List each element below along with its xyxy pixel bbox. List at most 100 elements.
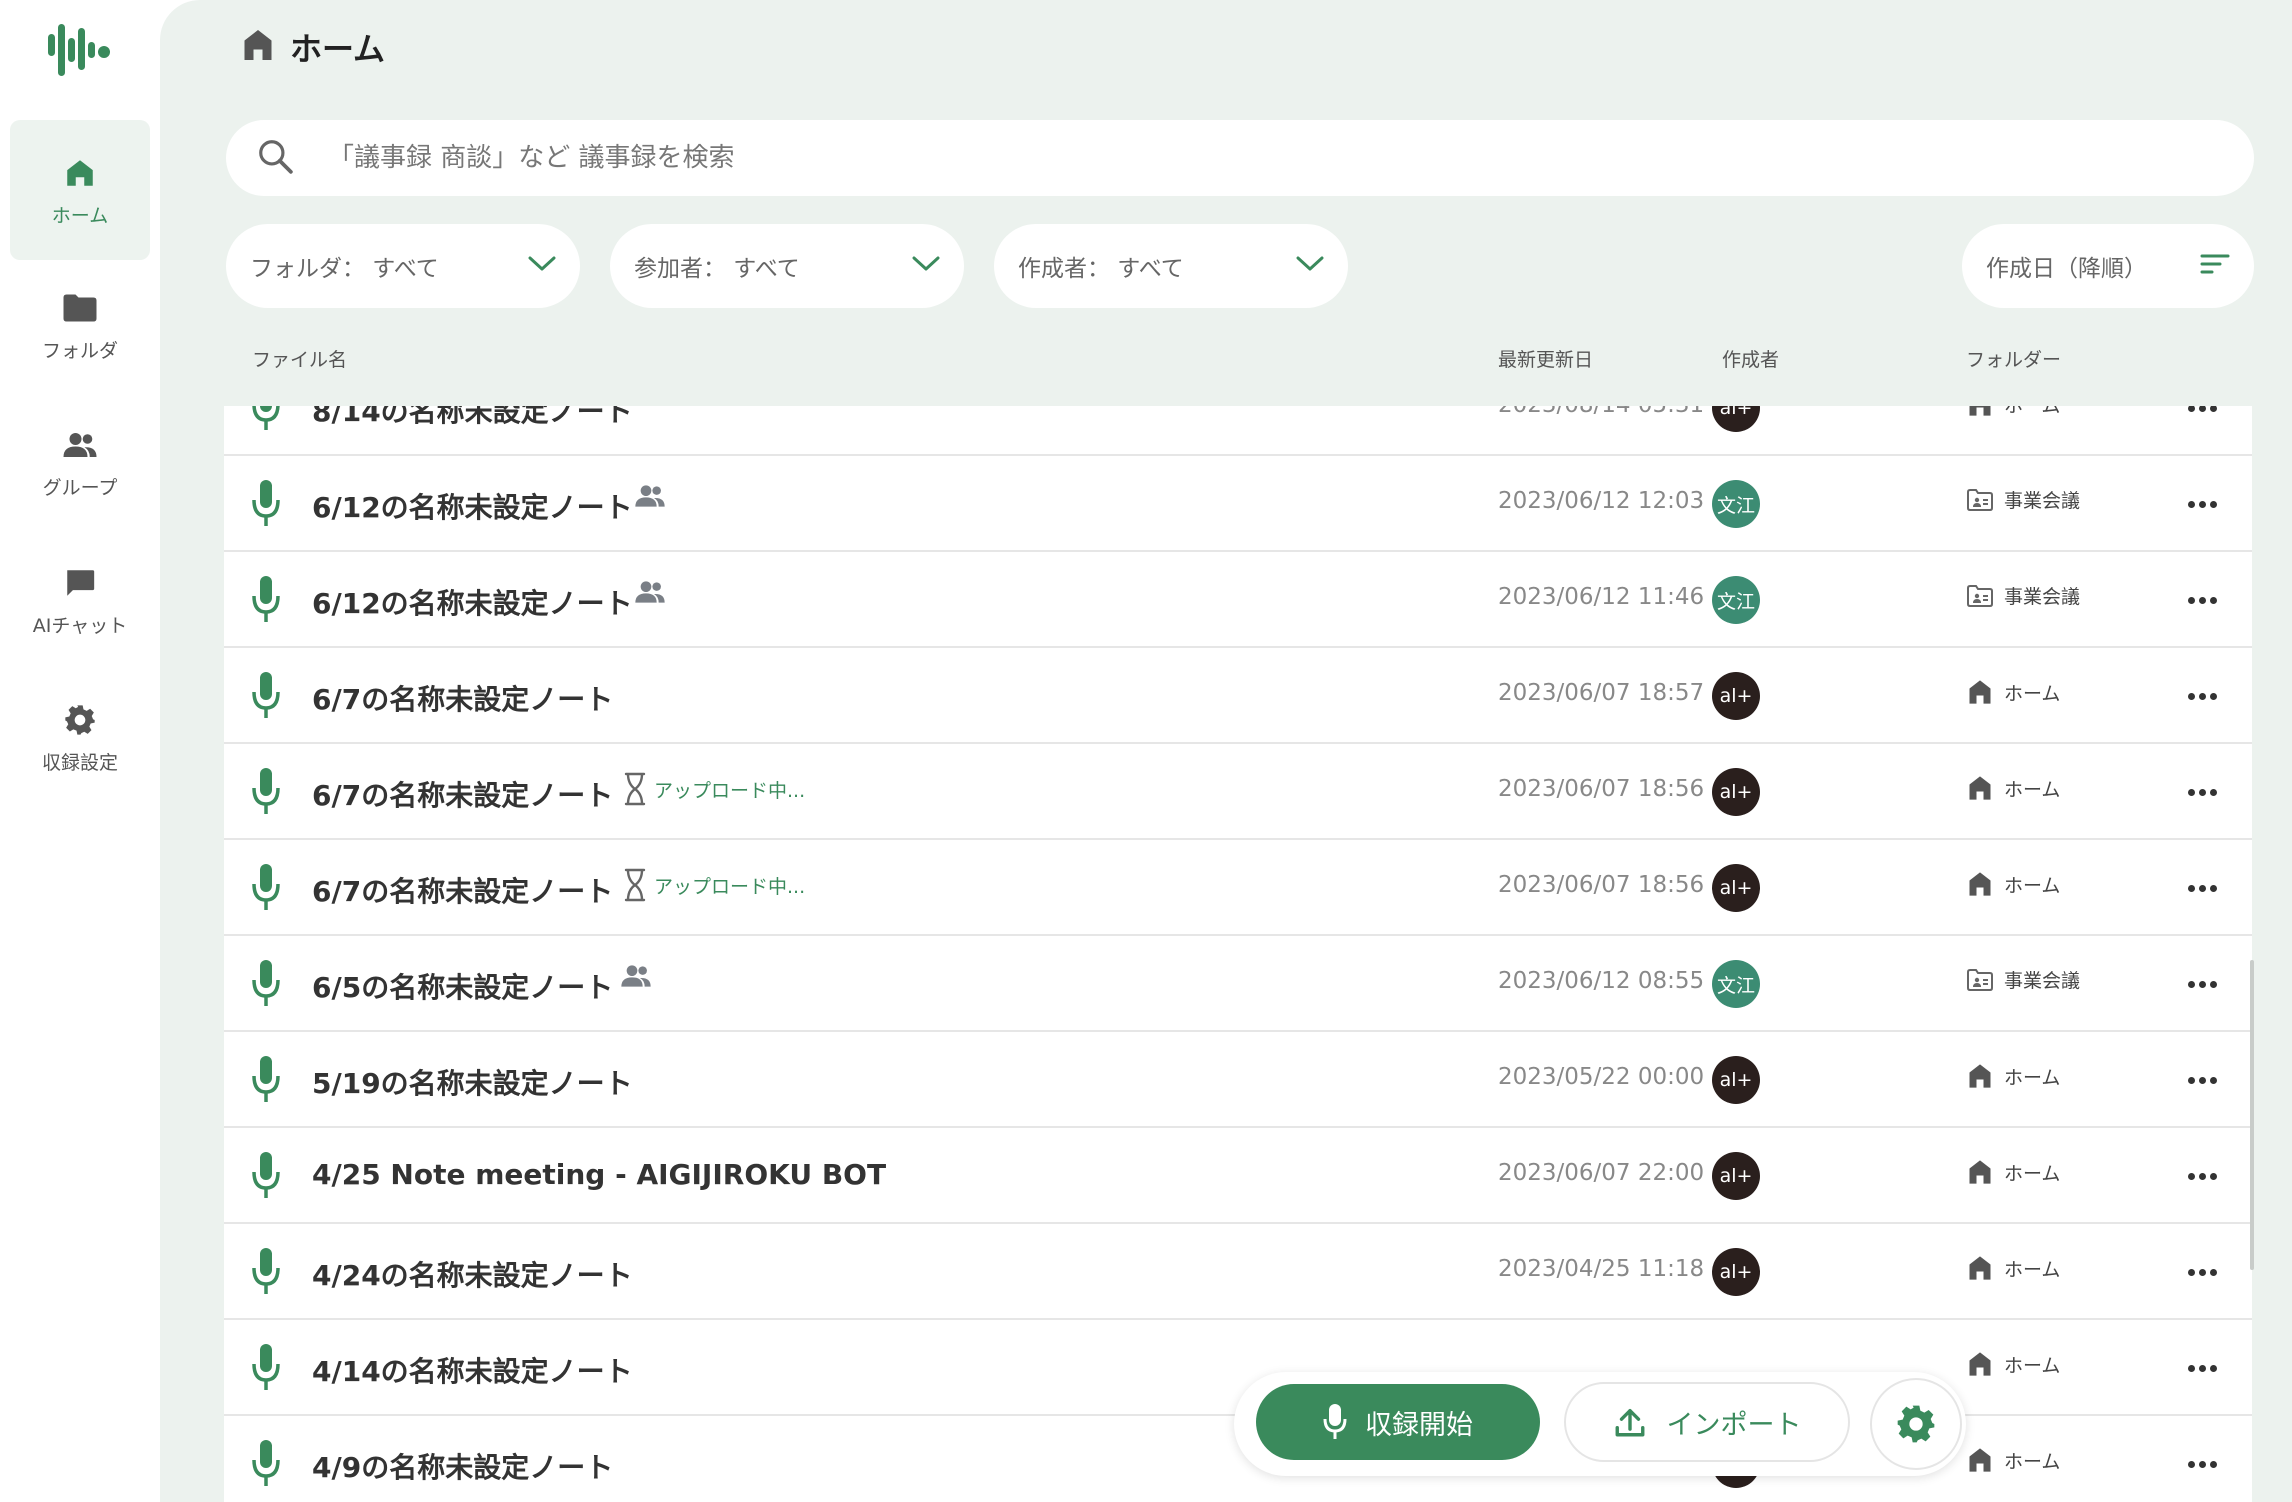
more-options-button[interactable] bbox=[2182, 1446, 2222, 1482]
table-row[interactable]: 8/14の名称未設定ノート 2023/08/14 05:31 al+ ホーム bbox=[224, 406, 2252, 456]
more-options-button[interactable] bbox=[2182, 1062, 2222, 1098]
updated-date: 2023/06/07 18:56 bbox=[1498, 872, 1705, 898]
more-options-button[interactable] bbox=[2182, 870, 2222, 906]
folder-cell[interactable]: ホーム bbox=[1966, 1158, 2060, 1186]
page-title: ホーム bbox=[290, 30, 386, 68]
file-name: 4/14の名称未設定ノート bbox=[312, 1355, 633, 1388]
folder-cell[interactable]: ホーム bbox=[1966, 1446, 2060, 1474]
microphone-icon bbox=[1323, 1404, 1347, 1440]
microphone-icon bbox=[250, 960, 282, 1008]
home-icon bbox=[1966, 774, 1994, 802]
more-options-button[interactable] bbox=[2182, 1254, 2222, 1290]
updated-date: 2023/06/12 08:55 bbox=[1498, 968, 1705, 994]
folder-cell[interactable]: ホーム bbox=[1966, 1350, 2060, 1378]
search-input[interactable] bbox=[328, 143, 2128, 173]
folder-cell[interactable]: ホーム bbox=[1966, 406, 2060, 418]
sort-dropdown[interactable]: 作成日（降順） bbox=[1962, 224, 2254, 308]
sort-label: 作成日（降順） bbox=[1986, 256, 2147, 282]
folder-name: ホーム bbox=[2004, 1258, 2061, 1281]
microphone-icon bbox=[250, 1248, 282, 1296]
column-header-folder[interactable]: フォルダー bbox=[1966, 345, 2061, 372]
sidebar-item-folder[interactable]: フォルダ bbox=[10, 255, 150, 395]
folder-name: 事業会議 bbox=[2004, 490, 2081, 512]
folder-cell[interactable]: 事業会議 bbox=[1966, 486, 2080, 513]
more-options-button[interactable] bbox=[2182, 678, 2222, 714]
table-row[interactable]: 4/24の名称未設定ノート 2023/04/25 11:18 al+ ホーム bbox=[224, 1224, 2252, 1320]
more-options-button[interactable] bbox=[2182, 582, 2222, 618]
sidebar-item-ai-chat[interactable]: AIチャット bbox=[10, 530, 150, 670]
file-name: 5/19の名称未設定ノート bbox=[312, 1067, 633, 1100]
folder-cell[interactable]: ホーム bbox=[1966, 678, 2060, 706]
group-icon bbox=[634, 484, 666, 508]
avatar: 文江 bbox=[1712, 576, 1760, 624]
table-row[interactable]: 6/12の名称未設定ノート 2023/06/12 12:03 文江 事業会議 bbox=[224, 456, 2252, 552]
folder-cell[interactable]: 事業会議 bbox=[1966, 582, 2080, 609]
more-options-button[interactable] bbox=[2182, 1158, 2222, 1194]
avatar: 文江 bbox=[1712, 480, 1760, 528]
app-logo[interactable] bbox=[44, 20, 116, 90]
more-options-button[interactable] bbox=[2182, 774, 2222, 810]
avatar: al+ bbox=[1712, 1152, 1760, 1200]
folder-icon bbox=[60, 288, 100, 328]
file-name: 6/12の名称未設定ノート bbox=[312, 491, 633, 524]
folder-filter[interactable]: フォルダ： すべて bbox=[226, 224, 580, 308]
file-name: 4/9の名称未設定ノート bbox=[312, 1451, 614, 1484]
home-icon bbox=[1966, 1350, 1994, 1378]
home-icon bbox=[1966, 406, 1994, 418]
column-header-name[interactable]: ファイル名 bbox=[252, 345, 347, 372]
sidebar-item-group[interactable]: グループ bbox=[10, 392, 150, 532]
table-row[interactable]: 6/7の名称未設定ノート 2023/06/07 18:57 al+ ホーム bbox=[224, 648, 2252, 744]
upload-icon bbox=[1613, 1405, 1647, 1439]
file-name: 6/7の名称未設定ノート bbox=[312, 683, 614, 716]
table-row[interactable]: 6/5の名称未設定ノート 2023/06/12 08:55 文江 事業会議 bbox=[224, 936, 2252, 1032]
updated-date: 2023/05/22 00:00 bbox=[1498, 1064, 1705, 1090]
group-icon bbox=[620, 964, 652, 988]
settings-button[interactable] bbox=[1870, 1378, 1962, 1470]
column-header-author[interactable]: 作成者 bbox=[1722, 345, 1779, 372]
scrollbar[interactable] bbox=[2250, 960, 2254, 1270]
more-options-button[interactable] bbox=[2182, 1350, 2222, 1386]
folder-cell[interactable]: ホーム bbox=[1966, 774, 2060, 802]
shared-folder-icon bbox=[1966, 968, 1994, 992]
group-icon bbox=[60, 425, 100, 465]
folder-cell[interactable]: ホーム bbox=[1966, 1254, 2060, 1282]
table-row[interactable]: 6/7の名称未設定ノート アップロード中... 2023/06/07 18:56… bbox=[224, 744, 2252, 840]
sidebar-item-label: グループ bbox=[42, 476, 118, 499]
updated-date: 2023/06/07 22:00 bbox=[1498, 1160, 1705, 1186]
record-button[interactable]: 収録開始 bbox=[1256, 1384, 1540, 1460]
more-options-button[interactable] bbox=[2182, 406, 2222, 426]
table-row[interactable]: 6/7の名称未設定ノート アップロード中... 2023/06/07 18:56… bbox=[224, 840, 2252, 936]
more-options-button[interactable] bbox=[2182, 966, 2222, 1002]
file-list: 8/14の名称未設定ノート 2023/08/14 05:31 al+ ホーム 6… bbox=[224, 406, 2252, 1502]
import-button[interactable]: インポート bbox=[1564, 1382, 1850, 1462]
more-options-button[interactable] bbox=[2182, 486, 2222, 522]
updated-date: 2023/06/12 11:46 bbox=[1498, 584, 1705, 610]
home-icon bbox=[1966, 870, 1994, 898]
file-name: 4/24の名称未設定ノート bbox=[312, 1259, 633, 1292]
sidebar-item-label: AIチャット bbox=[32, 614, 128, 637]
shared-indicator bbox=[620, 964, 652, 988]
table-row[interactable]: 6/12の名称未設定ノート 2023/06/12 11:46 文江 事業会議 bbox=[224, 552, 2252, 648]
search-bar[interactable] bbox=[226, 120, 2254, 196]
group-icon bbox=[634, 580, 666, 604]
folder-filter-label: フォルダ： すべて bbox=[250, 256, 439, 282]
participants-filter[interactable]: 参加者： すべて bbox=[610, 224, 964, 308]
sidebar-item-home[interactable]: ホーム bbox=[10, 120, 150, 260]
shared-folder-icon bbox=[1966, 584, 1994, 608]
participants-filter-label: 参加者： すべて bbox=[634, 256, 800, 282]
sidebar-item-label: フォルダ bbox=[41, 339, 118, 362]
folder-cell[interactable]: 事業会議 bbox=[1966, 966, 2080, 993]
table-row[interactable]: 5/19の名称未設定ノート 2023/05/22 00:00 al+ ホーム bbox=[224, 1032, 2252, 1128]
avatar: al+ bbox=[1712, 768, 1760, 816]
folder-cell[interactable]: ホーム bbox=[1966, 870, 2060, 898]
main-panel: ホーム フォルダ： すべて 参加者： すべて 作成者： すべて 作成日（降順） … bbox=[160, 0, 2292, 1502]
author-filter[interactable]: 作成者： すべて bbox=[994, 224, 1348, 308]
microphone-icon bbox=[250, 864, 282, 912]
microphone-icon bbox=[250, 1344, 282, 1392]
table-row[interactable]: 4/25 Note meeting - AIGIJIROKU BOT 2023/… bbox=[224, 1128, 2252, 1224]
folder-cell[interactable]: ホーム bbox=[1966, 1062, 2060, 1090]
upload-status: アップロード中... bbox=[624, 868, 805, 902]
sidebar-item-recording-settings[interactable]: 収録設定 bbox=[10, 667, 150, 807]
folder-name: ホーム bbox=[2004, 778, 2061, 801]
column-header-updated[interactable]: 最新更新日 bbox=[1498, 345, 1593, 372]
